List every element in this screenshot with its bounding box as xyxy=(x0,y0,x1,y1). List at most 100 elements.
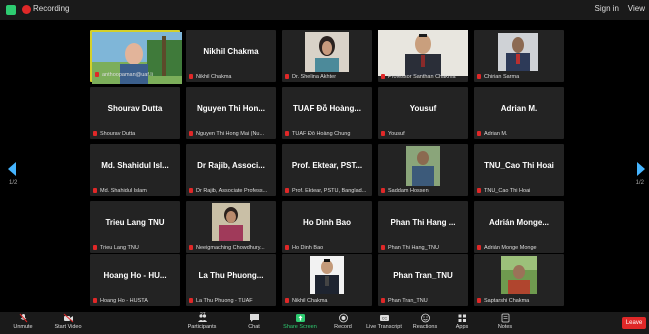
live-transcript-label: Live Transcript xyxy=(366,324,402,330)
apps-label: Apps xyxy=(455,324,469,330)
reactions-button[interactable]: Reactions xyxy=(410,313,440,330)
unmute-button[interactable]: Unmute xyxy=(10,313,36,330)
participant-tile[interactable]: Phan Tran_TNU Phan Tran_TNU xyxy=(378,254,468,306)
participant-tile[interactable]: Hoang Ho - HU... Hoang Ho - HUSTA xyxy=(90,254,180,306)
participant-display-name: TUAF Đỗ Hoàng... xyxy=(293,104,361,113)
participant-video xyxy=(378,30,468,76)
participant-display-name: Prof. Ektear, PST... xyxy=(291,161,363,170)
participant-display-name: Nguyen Thi Hon... xyxy=(197,104,265,113)
participant-name-label: Prof. Ektear, PSTU, Banglad... xyxy=(285,188,369,194)
participant-tile[interactable]: Nikhil Chakma xyxy=(282,254,372,306)
participant-display-name: Phan Thi Hang ... xyxy=(390,218,456,227)
start-video-button[interactable]: Start Video xyxy=(50,313,86,330)
participant-name-label: Ho Dinh Bao xyxy=(285,245,369,251)
participant-display-name: Phan Tran_TNU xyxy=(393,271,453,280)
participant-tile[interactable]: Nikhil Chakma Nikhil Chakma xyxy=(186,30,276,82)
participant-display-name: Dr Rajib, Associ... xyxy=(197,161,265,170)
participant-tile[interactable]: TNU_Cao Thi Hoai TNU_Cao Thi Hoai xyxy=(474,144,564,196)
share-screen-button[interactable]: Share Screen xyxy=(282,313,318,330)
page-indicator-left: 1/2 xyxy=(9,180,18,186)
participant-tile[interactable]: Phan Thi Hang ... Phan Thi Hang_TNU xyxy=(378,201,468,253)
participant-name-label: Nguyen Thi Hong Mai (Nu... xyxy=(189,131,273,137)
participant-name-label: Saddam Hossen xyxy=(381,188,465,194)
view-button[interactable]: View xyxy=(628,4,645,13)
recording-icon xyxy=(22,5,31,14)
participant-tile[interactable]: Md. Shahidul Isl... Md. Shahidul Islam xyxy=(90,144,180,196)
participant-name-label: Professor Santhan Chakma xyxy=(381,74,465,80)
participant-name-label: Dr Rajib, Associate Profess... xyxy=(189,188,273,194)
participant-tile[interactable]: Prof. Ektear, PST... Prof. Ektear, PSTU,… xyxy=(282,144,372,196)
participant-tile[interactable]: Shourav Dutta Shourav Dutta xyxy=(90,87,180,139)
participant-video xyxy=(212,203,250,241)
meeting-toolbar: Unmute Start Video 27 Participants Chat … xyxy=(0,312,649,334)
participant-display-name: Yousuf xyxy=(409,104,437,113)
participant-video xyxy=(498,33,538,71)
participant-name-label: TNU_Cao Thi Hoai xyxy=(477,188,561,194)
notes-label: Notes xyxy=(497,324,513,330)
participants-label: Participants xyxy=(187,324,217,330)
participant-tile[interactable]: TUAF Đỗ Hoàng... TUAF Đỗ Hoàng Chung xyxy=(282,87,372,139)
participant-display-name: Hoang Ho - HU... xyxy=(103,271,167,280)
live-transcript-button[interactable]: CC Live Transcript xyxy=(364,313,404,330)
recording-label: Recording xyxy=(33,4,70,13)
participant-name-label: Nikhil Chakma xyxy=(285,298,369,304)
participant-video xyxy=(501,256,537,294)
participant-name-label: La Thu Phuong - TUAF xyxy=(189,298,273,304)
participant-tile[interactable]: Trieu Lang TNU Trieu Lang TNU xyxy=(90,201,180,253)
participant-tile[interactable]: anthoopaman@uaf.li xyxy=(90,30,182,84)
participant-display-name: Adrian M. xyxy=(500,104,538,113)
leave-button[interactable]: Leave xyxy=(622,317,646,329)
participant-name-label: TUAF Đỗ Hoàng Chung xyxy=(285,131,369,137)
participant-tile[interactable]: Adrian M. Adrian M. xyxy=(474,87,564,139)
participant-display-name: Shourav Dutta xyxy=(107,104,163,113)
svg-text:CC: CC xyxy=(381,317,387,321)
previous-page-arrow-icon[interactable] xyxy=(8,162,18,176)
participant-video xyxy=(305,32,349,72)
participant-tile[interactable]: Yousuf Yousuf xyxy=(378,87,468,139)
participant-tile[interactable]: Nguyen Thi Hon... Nguyen Thi Hong Mai (N… xyxy=(186,87,276,139)
participant-display-name: Md. Shahidul Isl... xyxy=(101,161,169,170)
participant-tile[interactable]: Adrián Monge... Adrián Monge Monge xyxy=(474,201,564,253)
closed-caption-icon: CC xyxy=(379,315,389,321)
participant-name-label: anthoopaman@uaf.li xyxy=(95,72,175,78)
participant-name-label: Adrián Monge Monge xyxy=(477,245,561,251)
participant-tile[interactable]: Saptarshi Chakma xyxy=(474,254,564,306)
notes-button[interactable]: Notes xyxy=(494,313,516,330)
participant-display-name: TNU_Cao Thi Hoai xyxy=(484,161,554,170)
participant-tile[interactable]: Saddam Hossen xyxy=(378,144,468,196)
video-off-icon xyxy=(63,313,73,323)
participant-name-label: Phan Tran_TNU xyxy=(381,298,465,304)
participant-name-label: Yousuf xyxy=(381,131,465,137)
next-page-arrow-icon[interactable] xyxy=(635,162,645,176)
participants-button[interactable]: 27 Participants xyxy=(186,312,218,330)
security-shield-icon[interactable] xyxy=(6,5,16,15)
top-bar: Recording Sign in View xyxy=(0,0,649,20)
participant-name-label: Md. Shahidul Islam xyxy=(93,188,177,194)
sign-in-link[interactable]: Sign in xyxy=(595,4,619,13)
participant-name-label: Adrian M. xyxy=(477,131,561,137)
page-indicator-right: 1/2 xyxy=(635,180,644,186)
participant-name-label: Dr. Shelina Akhter xyxy=(285,74,369,80)
participant-tile[interactable]: Professor Santhan Chakma xyxy=(378,30,468,82)
participant-name-label: Chirian Sarma xyxy=(477,74,561,80)
participant-tile[interactable]: Chirian Sarma xyxy=(474,30,564,82)
participant-name-label: Trieu Lang TNU xyxy=(93,245,177,251)
participant-display-name: Nikhil Chakma xyxy=(203,47,259,56)
record-button[interactable]: Record xyxy=(332,313,354,330)
participant-tile[interactable]: Neeigmaching Chowdhury... xyxy=(186,201,276,253)
participant-display-name: Trieu Lang TNU xyxy=(105,218,165,227)
participant-tile[interactable]: La Thu Phuong... La Thu Phuong - TUAF xyxy=(186,254,276,306)
participant-display-name: La Thu Phuong... xyxy=(198,271,264,280)
microphone-muted-icon xyxy=(19,313,27,323)
apps-button[interactable]: Apps xyxy=(452,313,472,330)
participant-video xyxy=(406,146,440,186)
notes-icon xyxy=(501,313,509,323)
participants-count: 27 xyxy=(200,312,206,318)
reactions-label: Reactions xyxy=(412,324,438,330)
smiley-icon xyxy=(420,313,430,323)
chat-button[interactable]: Chat xyxy=(244,313,264,330)
participant-tile[interactable]: Ho Dinh Bao Ho Dinh Bao xyxy=(282,201,372,253)
participant-tile[interactable]: Dr. Shelina Akhter xyxy=(282,30,372,82)
participant-tile[interactable]: Dr Rajib, Associ... Dr Rajib, Associate … xyxy=(186,144,276,196)
gallery-grid: anthoopaman@uaf.li Nikhil Chakma Nikhil … xyxy=(90,30,564,306)
